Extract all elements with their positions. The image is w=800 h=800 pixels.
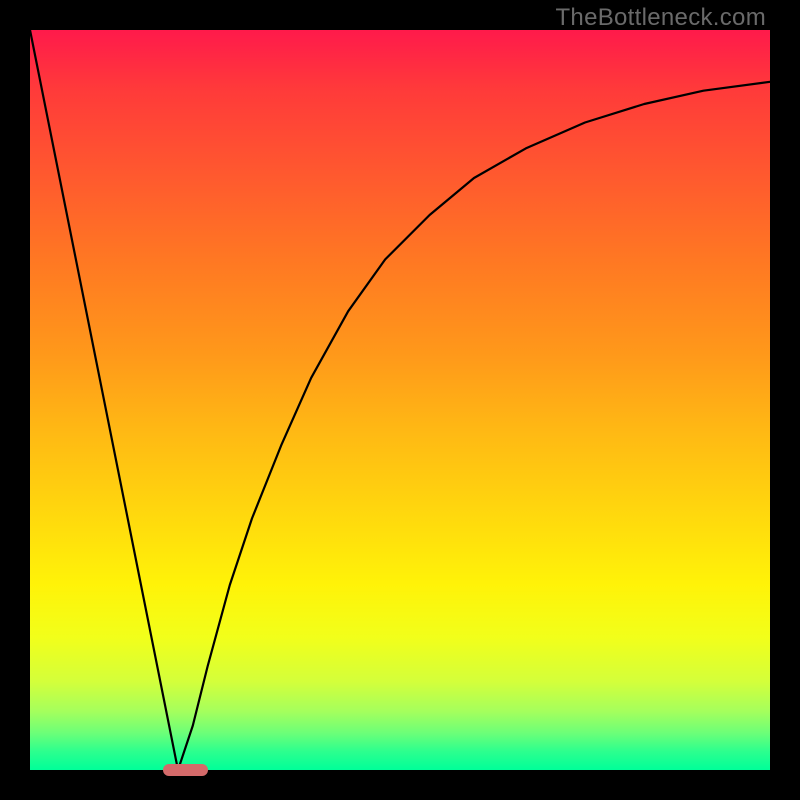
optimal-range-marker <box>163 764 207 776</box>
chart-frame: TheBottleneck.com <box>0 0 800 800</box>
plot-area <box>30 30 770 770</box>
bottleneck-curve <box>30 30 770 770</box>
watermark-text: TheBottleneck.com <box>555 4 766 32</box>
